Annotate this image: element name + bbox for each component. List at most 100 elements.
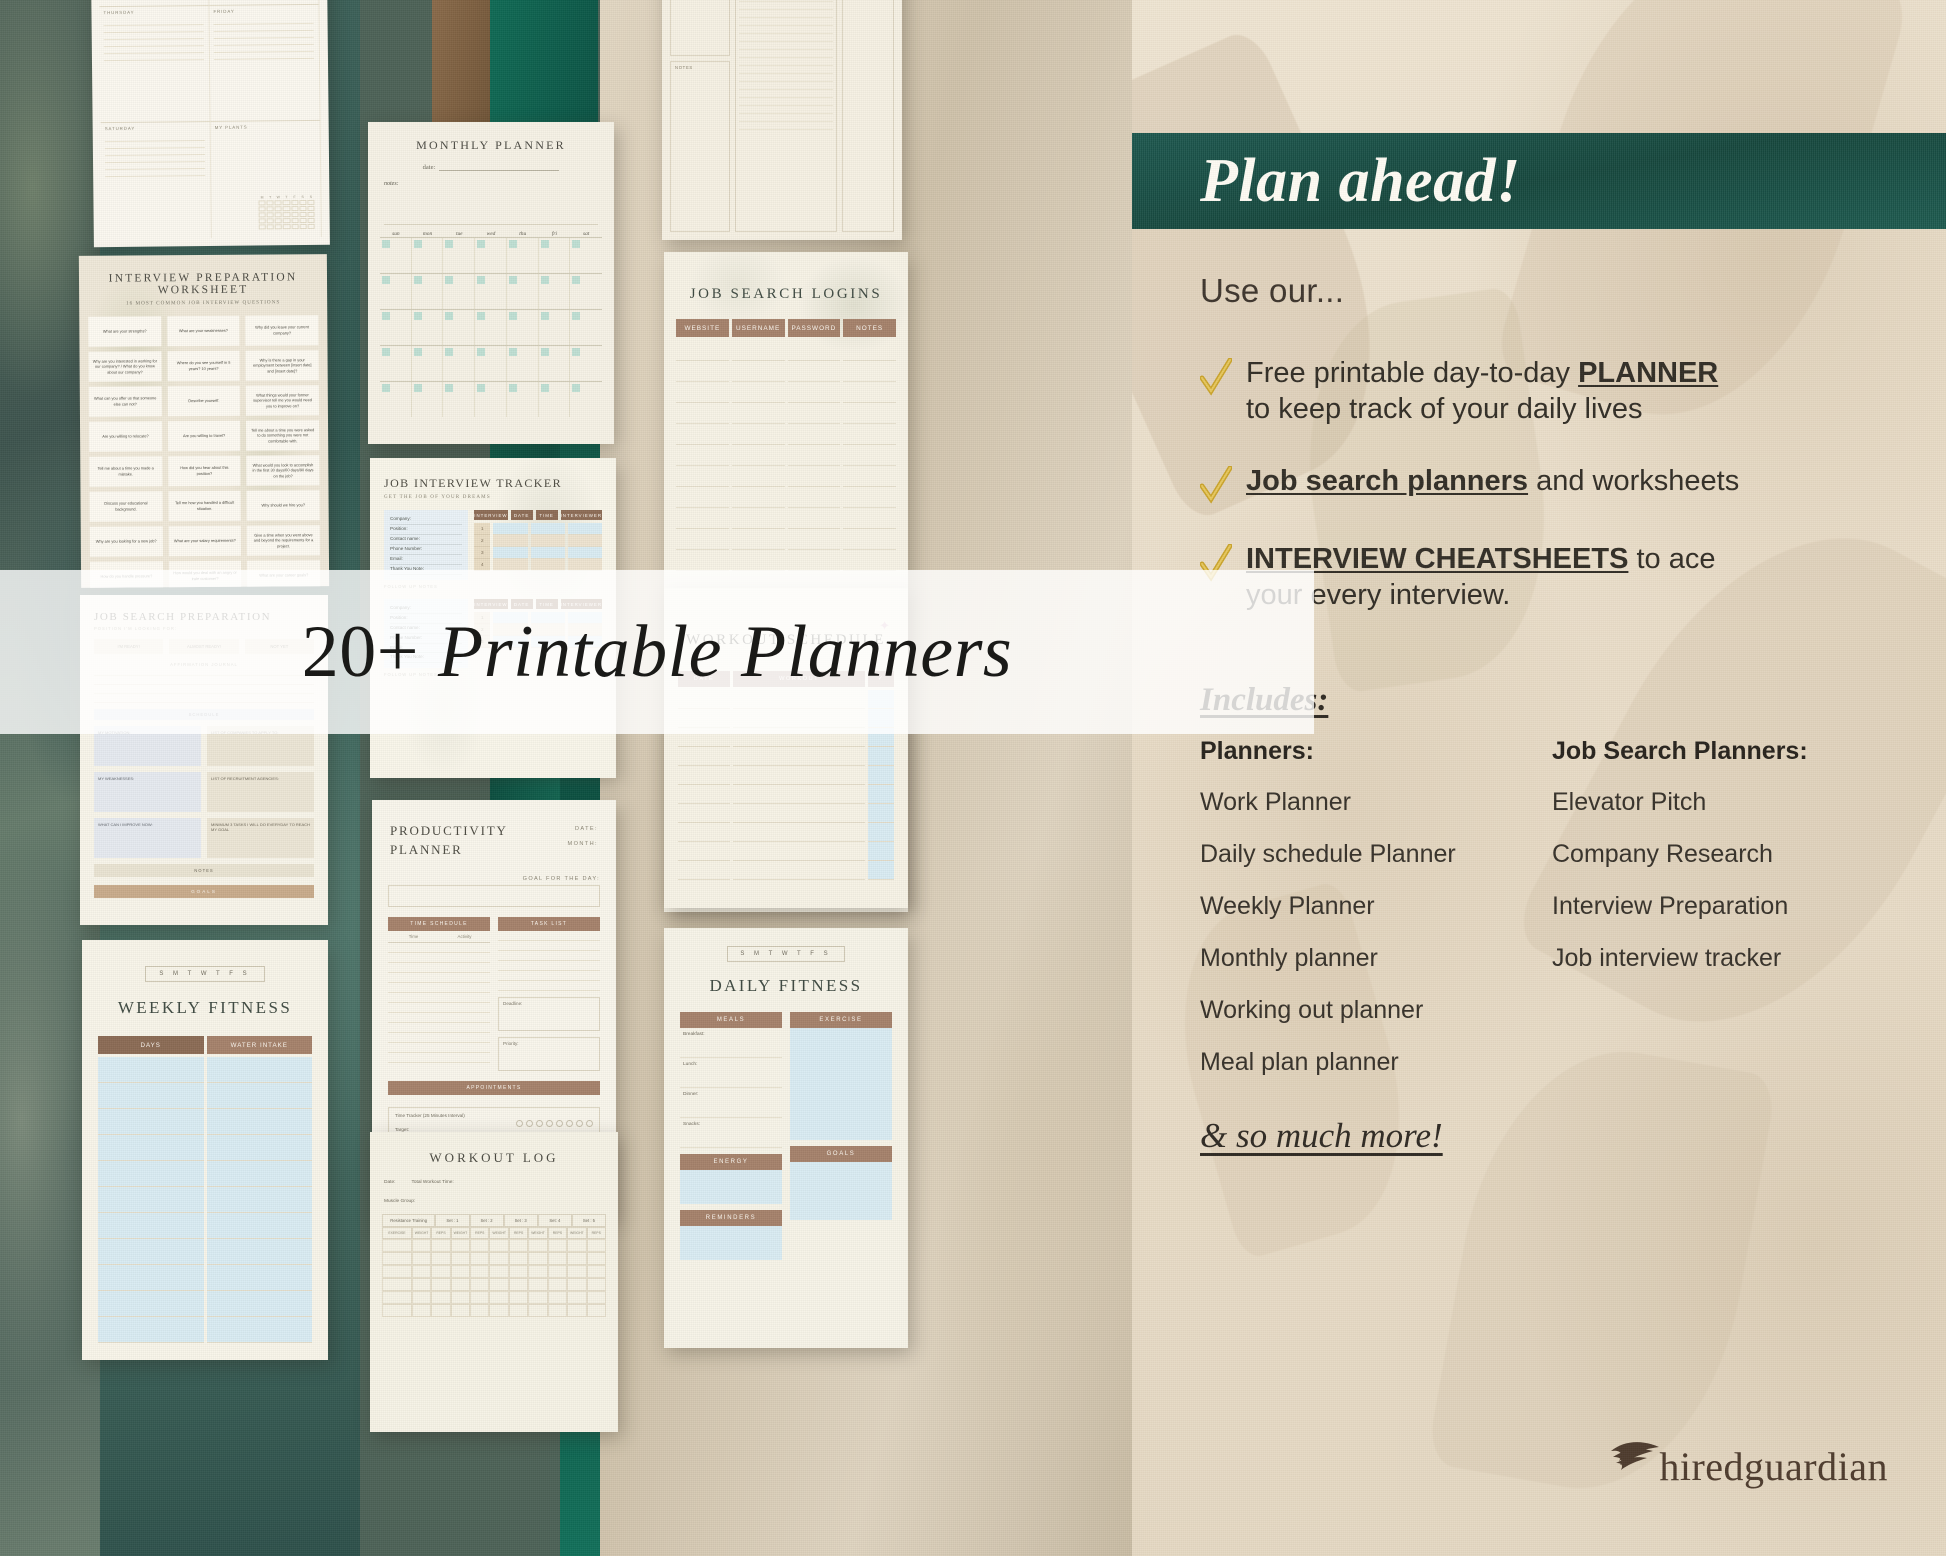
time-schedule-bar: TIME SCHEDULE xyxy=(388,916,490,931)
col-header-set-3: Set : 3 xyxy=(503,1214,538,1227)
column-header-planners: Planners: xyxy=(1200,736,1314,765)
page-title: Plan ahead! xyxy=(1200,146,1521,215)
sub-time: Time xyxy=(388,931,439,943)
monthly-notes-box: notes: xyxy=(384,181,598,225)
mini-calendar-grid xyxy=(258,199,315,230)
meal-breakfast: Breakfast: xyxy=(680,1028,782,1058)
sub-weight: WEIGHT xyxy=(489,1227,509,1239)
appointments-bar: APPOINTMENTS xyxy=(388,1080,600,1095)
weekday-strip: S M T W T F S xyxy=(727,946,845,962)
bullet-emphasis: PLANNER xyxy=(1578,357,1719,389)
col-header-interview: INTERVIEW xyxy=(474,510,508,520)
table-column xyxy=(98,1057,204,1343)
list-item: Free printable day-to-day PLANNER to kee… xyxy=(1200,354,1946,428)
target-label: Target: xyxy=(395,1126,410,1132)
question-grid: What are your strengths? What are your w… xyxy=(79,305,329,588)
ruled-lines xyxy=(104,134,206,178)
day-label: sun xyxy=(392,231,400,237)
exercise-box xyxy=(790,1028,892,1140)
mini-cal-day: F xyxy=(293,195,296,200)
monthly-date-row: date: xyxy=(368,163,614,171)
mini-cal-day: T xyxy=(285,195,288,200)
table-column xyxy=(530,523,565,571)
field-email: Email: xyxy=(390,555,463,565)
headline-banner: Plan ahead! xyxy=(1132,133,1946,229)
bullet-line2: to keep track of your daily lives xyxy=(1246,392,1643,425)
col-header-days: DAYS xyxy=(98,1036,204,1054)
col-header-password: PASSWORD xyxy=(787,319,841,337)
time-schedule-rows xyxy=(388,943,490,1063)
ruled-lines xyxy=(103,17,204,61)
question-card: Discuss your educational background. xyxy=(89,491,163,522)
tracker-grid-body: 1 2 3 4 xyxy=(474,523,602,571)
question-card: Why did you leave your current company? xyxy=(245,315,319,346)
mini-cal-day: W xyxy=(276,195,280,200)
log-row xyxy=(382,1265,606,1278)
day-label: thu xyxy=(519,231,527,237)
daily-fitness-title: DAILY FITNESS xyxy=(709,976,863,995)
productivity-title: PRODUCTIVITY PLANNER xyxy=(390,823,508,857)
month-label: MONTH: xyxy=(567,840,598,847)
goal-for-day: GOAL FOR THE DAY: xyxy=(388,876,600,907)
ruled-lines xyxy=(213,16,314,60)
mini-cal-day: T xyxy=(269,195,272,200)
list-item: Elevator Pitch xyxy=(1552,787,1707,816)
meta-date: Date: xyxy=(384,1180,396,1185)
row-number: 2 xyxy=(474,535,491,547)
col-header-set-2: Set : 2 xyxy=(469,1214,504,1227)
jsp-row: MY WEAKNESSES: LIST OF RECRUITMENT AGENC… xyxy=(80,766,328,812)
weekly-cell: MY PLANTS MTWTFSS xyxy=(210,120,322,238)
col-header-set-1: Set : 1 xyxy=(435,1214,470,1227)
notes-label: notes: xyxy=(384,181,399,187)
weekly-cell: SATURDAY xyxy=(100,121,212,240)
col-header-exercise: EXERCISE xyxy=(382,1227,412,1239)
list-item: Daily schedule Planner xyxy=(1200,839,1456,868)
workout-log-meta: Date: Total Workout Time: xyxy=(370,1166,618,1185)
day-label: tue xyxy=(455,231,463,237)
so-much-more-text: & so much more! xyxy=(1200,1115,1443,1155)
improve-box: WHAT CAN I IMPROVE NOW: xyxy=(94,818,201,858)
calendar-week-row xyxy=(380,309,602,345)
sub-reps: REPS xyxy=(470,1227,490,1239)
list-item: Monthly planner xyxy=(1200,943,1378,972)
question-card: How did you hear about this position? xyxy=(167,455,241,487)
daily-fitness-columns: MEALS Breakfast: Lunch: Dinner: Snacks: … xyxy=(664,996,908,1260)
sheet-daily-fitness: S M T W T F S DAILY FITNESS MEALS Breakf… xyxy=(664,928,908,1348)
question-card: Are you willing to travel? xyxy=(167,420,241,452)
question-card: Why should we hire you? xyxy=(246,490,320,521)
day-label: fri xyxy=(551,231,557,237)
mini-calendar-header: MTWTFSS xyxy=(258,195,314,200)
weekly-grid: TUESDAY WEDNESDAY THURSDAY FRIDAY SATURD… xyxy=(98,0,322,240)
tracker-row-numbers: 1 2 3 4 xyxy=(474,523,491,571)
col-header-website: WEBSITE xyxy=(676,319,729,337)
info-panel: Plan ahead! Use our... Free printable da… xyxy=(1132,0,1946,1556)
list-item: Company Research xyxy=(1552,839,1773,868)
field-phone-number: Phone Number: xyxy=(390,545,463,555)
day-label: sat xyxy=(582,231,590,237)
meta-muscle-group: Muscle Group: xyxy=(384,1199,416,1204)
mini-calendar: MTWTFSS xyxy=(258,195,315,230)
weekday-strip: S M T W T F S xyxy=(145,966,265,982)
weekly-cell-label: MY PLANTS xyxy=(214,124,248,131)
date-label: date: xyxy=(422,164,436,171)
tracker-entry-block: Company: Position: Contact name: Phone N… xyxy=(370,500,616,580)
energy-box xyxy=(680,1170,782,1204)
question-card: What are your strengths? xyxy=(88,316,162,347)
col-header-username: USERNAME xyxy=(731,319,785,337)
field-position: Position: xyxy=(390,525,463,535)
energy-bar: ENERGY xyxy=(680,1154,782,1170)
deadline-box: Deadline: xyxy=(498,996,600,1031)
check-icon xyxy=(1200,358,1232,398)
headline-overlay-text: 20+ Printable Planners xyxy=(302,610,1012,695)
table-column xyxy=(493,523,528,571)
monthly-title: MONTHLY PLANNER xyxy=(416,138,566,152)
question-card: Why is there a gap in your employment be… xyxy=(245,350,319,381)
question-card: Tell me how you handled a difficult situ… xyxy=(168,490,242,522)
task-list-bar: TASK LIST xyxy=(498,916,600,931)
question-card: Give a time when you went above and beyo… xyxy=(247,525,320,556)
sub-reps: REPS xyxy=(508,1227,529,1239)
weekly-fitness-table: DAYS WATER INTAKE xyxy=(98,1036,312,1343)
jsp-row: WHAT CAN I IMPROVE NOW: MINIMUM 3 TASKS … xyxy=(80,812,328,858)
question-card: Tell me about a time you were asked to d… xyxy=(246,420,320,451)
question-card: Tell me about a time you made a mistake. xyxy=(89,456,163,487)
